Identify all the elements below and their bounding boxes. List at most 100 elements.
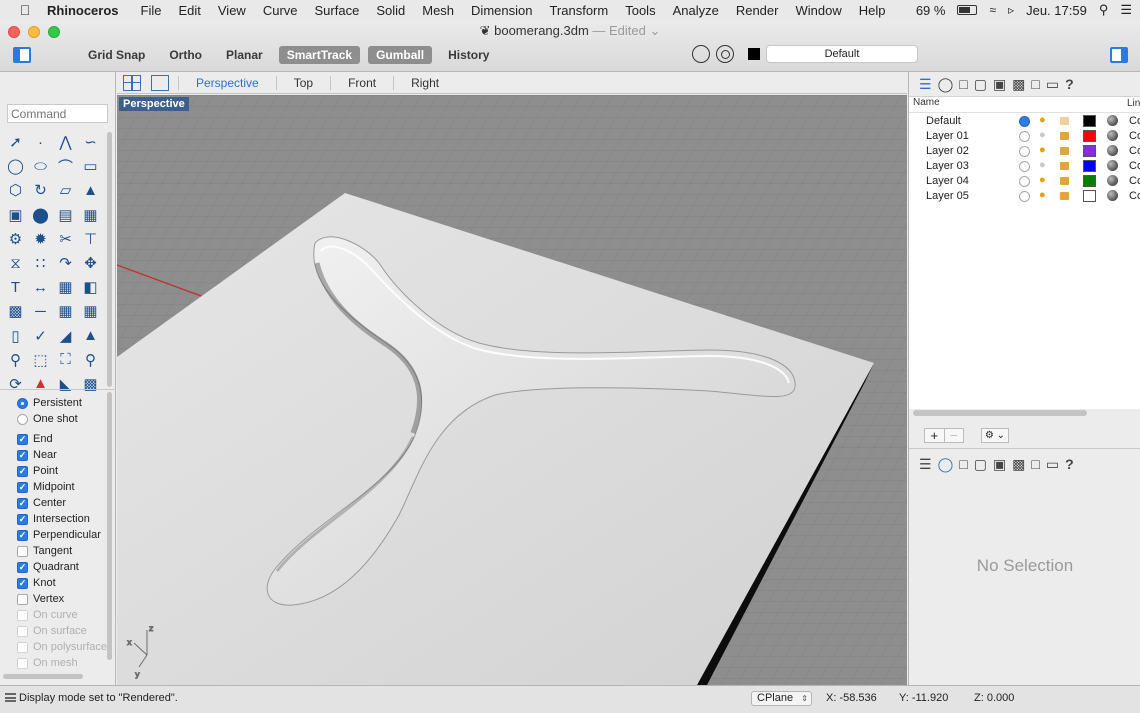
- zoom-extents-icon[interactable]: ⛶: [53, 348, 78, 372]
- zoom-icon[interactable]: ⚲: [3, 348, 28, 372]
- osnap-checkbox[interactable]: ✓: [17, 577, 28, 589]
- osnap-item[interactable]: ✓ Perpendicular: [17, 527, 112, 543]
- osnap-item[interactable]: ✓ Intersection: [17, 511, 112, 527]
- render-icon[interactable]: ▩: [78, 372, 103, 396]
- lock-icon[interactable]: [1060, 162, 1069, 170]
- layer-linetype[interactable]: Co: [1129, 160, 1140, 172]
- group-icon[interactable]: ∷: [28, 251, 53, 275]
- layer-linetype[interactable]: Co: [1129, 115, 1140, 127]
- menu-tools[interactable]: Tools: [625, 3, 655, 18]
- tab-perspective[interactable]: Perspective: [188, 76, 267, 90]
- grid-snap-toggle[interactable]: Grid Snap: [80, 46, 153, 64]
- menu-mesh[interactable]: Mesh: [422, 3, 454, 18]
- select-arrow-icon[interactable]: ➚: [3, 130, 28, 154]
- rotate-view-icon[interactable]: ⟳: [3, 372, 28, 396]
- list-icon[interactable]: ☰: [1120, 2, 1132, 18]
- rectangle-icon[interactable]: ▭: [78, 154, 103, 178]
- persistent-radio[interactable]: [17, 397, 28, 409]
- menu-transform[interactable]: Transform: [549, 3, 608, 18]
- frame-icon[interactable]: □: [1031, 76, 1039, 92]
- current-layer-radio[interactable]: [1019, 191, 1030, 202]
- car-icon[interactable]: ▲: [28, 372, 53, 396]
- layer-name[interactable]: Layer 03: [926, 160, 969, 172]
- layer-row[interactable]: Layer 01 ● Co: [909, 129, 1140, 144]
- layer-linetype[interactable]: Co: [1129, 145, 1140, 157]
- menu-render[interactable]: Render: [736, 3, 779, 18]
- osnap-item[interactable]: ✓ End: [17, 431, 112, 447]
- cube-icon[interactable]: ▢: [974, 76, 987, 93]
- display-icon[interactable]: ▭: [1046, 456, 1059, 473]
- texture-icon[interactable]: ▩: [1012, 456, 1025, 473]
- current-layer-radio[interactable]: [1019, 176, 1030, 187]
- line-icon[interactable]: ─: [28, 299, 53, 323]
- menu-edit[interactable]: Edit: [178, 3, 200, 18]
- layers-horizontal-scrollbar[interactable]: [913, 410, 1087, 416]
- layer-linetype[interactable]: Co: [1129, 190, 1140, 202]
- osnap-item[interactable]: ✓ Near: [17, 447, 112, 463]
- properties-icon[interactable]: ▦: [78, 299, 103, 323]
- fillet-curve-icon[interactable]: ↻: [28, 178, 53, 202]
- layer-color-swatch[interactable]: [1083, 190, 1096, 202]
- speaker-icon[interactable]: ▹: [1008, 3, 1014, 17]
- object-properties-icon[interactable]: ◯: [938, 76, 954, 93]
- layer-color-swatch[interactable]: [1083, 145, 1096, 157]
- layer-name[interactable]: Default: [926, 115, 961, 127]
- toggle-right-sidebar-button[interactable]: [1110, 47, 1128, 63]
- osnap-item[interactable]: ✓ Center: [17, 495, 112, 511]
- check-icon[interactable]: ✓: [28, 324, 53, 348]
- layer-color-swatch[interactable]: [1083, 160, 1096, 172]
- osnap-item[interactable]: ✓ Point: [17, 463, 112, 479]
- lightbulb-icon[interactable]: ●: [1039, 114, 1046, 126]
- name-column-header[interactable]: Name: [913, 97, 940, 108]
- menu-file[interactable]: File: [141, 3, 162, 18]
- rotate-icon[interactable]: ↷: [53, 251, 78, 275]
- mesh-icon[interactable]: ▩: [3, 299, 28, 323]
- lock-icon[interactable]: [1060, 177, 1069, 185]
- lightbulb-icon[interactable]: ●: [1039, 159, 1046, 171]
- texture-icon[interactable]: ▩: [1012, 76, 1025, 93]
- osnap-item[interactable]: ✓ Quadrant: [17, 559, 112, 575]
- menu-curve[interactable]: Curve: [263, 3, 298, 18]
- grid-array-icon[interactable]: ▦: [53, 299, 78, 323]
- layer-linetype[interactable]: Co: [1129, 130, 1140, 142]
- smarttrack-toggle[interactable]: SmartTrack: [278, 46, 361, 64]
- apple-icon[interactable]: : [17, 2, 33, 18]
- current-layer-radio[interactable]: [1019, 116, 1030, 127]
- layer-row[interactable]: Layer 02 ● Co: [909, 144, 1140, 159]
- osnap-item[interactable]: ✓ Midpoint: [17, 479, 112, 495]
- viewport-title[interactable]: Perspective: [119, 97, 189, 111]
- ellipse-icon[interactable]: ⬭: [28, 154, 53, 178]
- point-icon[interactable]: ·: [28, 130, 53, 154]
- layer-name[interactable]: Layer 05: [926, 190, 969, 202]
- layer-color-swatch[interactable]: [1083, 175, 1096, 187]
- ortho-toggle[interactable]: Ortho: [161, 46, 210, 64]
- osnap-checkbox[interactable]: ✓: [17, 449, 28, 461]
- single-viewport-icon[interactable]: [151, 74, 169, 91]
- current-layer-color-swatch[interactable]: [748, 48, 760, 60]
- osnap-item[interactable]: ✓ Knot: [17, 575, 112, 591]
- layer-options-button[interactable]: ⚙ ⌄: [981, 428, 1009, 443]
- list-icon[interactable]: [5, 693, 16, 702]
- zoom-selected-icon[interactable]: ⚲: [78, 348, 103, 372]
- layer-name[interactable]: Layer 04: [926, 175, 969, 187]
- osnap-checkbox[interactable]: [17, 545, 28, 557]
- layer-row[interactable]: Layer 05 ● Co: [909, 189, 1140, 204]
- lock-icon[interactable]: [1060, 117, 1069, 125]
- current-layer-radio[interactable]: [1019, 146, 1030, 157]
- trim-icon[interactable]: ✂: [53, 227, 78, 251]
- linetype-column-header[interactable]: Lin: [1127, 98, 1140, 109]
- osnap-icon[interactable]: [692, 45, 710, 63]
- help-icon[interactable]: ?: [1065, 456, 1074, 472]
- help-icon[interactable]: ?: [1065, 76, 1074, 92]
- osnap-checkbox[interactable]: ✓: [17, 513, 28, 525]
- material-sphere-icon[interactable]: [1107, 130, 1118, 141]
- camera-icon[interactable]: ▣: [993, 76, 1006, 93]
- frame-icon[interactable]: □: [1031, 456, 1039, 472]
- osnap-item[interactable]: Vertex: [17, 591, 112, 607]
- render-object-icon[interactable]: ◢: [53, 324, 78, 348]
- oneshot-radio[interactable]: [17, 413, 28, 425]
- shade-icon[interactable]: ◣: [53, 372, 78, 396]
- layer-color-swatch[interactable]: [1083, 130, 1096, 142]
- layer-linetype[interactable]: Co: [1129, 175, 1140, 187]
- osnap-checkbox[interactable]: ✓: [17, 561, 28, 573]
